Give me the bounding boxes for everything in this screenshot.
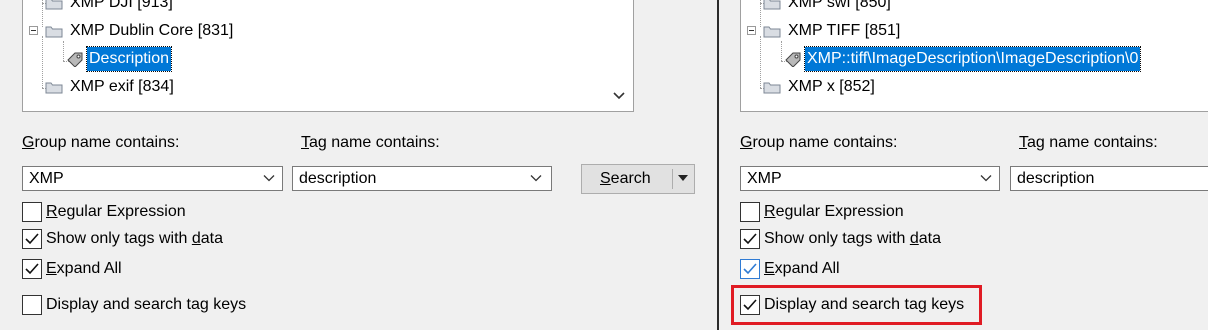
group-name-combo[interactable]: XMP	[740, 166, 1000, 191]
tree-item-label: XMP DJI [913]	[70, 0, 173, 11]
option-label: Regular Expression	[46, 203, 186, 220]
search-button[interactable]: Search	[581, 164, 695, 194]
chevron-down-icon[interactable]	[263, 174, 275, 182]
tag-tree[interactable]: XMP swf [850] XMP TIFF [851] XMP::tiff\I…	[740, 0, 1208, 112]
tree-item-label: XMP exif [834]	[70, 78, 174, 95]
tree-item-label: XMP TIFF [851]	[788, 22, 901, 39]
tag-name-label: Tag name contains:	[301, 134, 440, 151]
tree-item-selected[interactable]: Description	[23, 46, 623, 72]
tree-item[interactable]: XMP exif [834]	[23, 75, 623, 99]
search-button-label: Search	[600, 170, 651, 187]
tree-item-label: XMP Dublin Core [831]	[70, 22, 234, 39]
scroll-down-icon[interactable]	[610, 87, 628, 105]
tag-tree[interactable]: XMP DJI [913] XMP Dublin Core [831] Desc…	[22, 0, 634, 112]
option-label: Display and search tag keys	[46, 296, 247, 313]
tag-name-combo[interactable]: description	[1010, 166, 1208, 191]
tree-item-selected[interactable]: XMP::tiff\ImageDescription\ImageDescript…	[741, 46, 1208, 72]
show-only-tags-with-data-checkbox[interactable]	[22, 229, 42, 249]
collapse-icon[interactable]	[747, 26, 756, 35]
group-name-label: Group name contains:	[22, 134, 180, 151]
display-tag-keys-checkbox[interactable]	[22, 295, 42, 315]
tag-name-combo[interactable]: description	[292, 166, 552, 191]
tag-name-label: Tag name contains:	[1019, 134, 1158, 151]
option-label: Expand All	[46, 260, 122, 277]
option-label: Show only tags with data	[764, 230, 942, 247]
tree-item-label: XMP x [852]	[788, 78, 875, 95]
tree-item[interactable]: XMP swf [850]	[741, 0, 1208, 15]
option-label: Show only tags with data	[46, 230, 224, 247]
highlight-annotation	[731, 285, 982, 325]
panel-divider	[717, 0, 719, 330]
expand-all-checkbox[interactable]	[740, 259, 760, 279]
checkmark-icon	[25, 233, 39, 245]
folder-icon	[45, 82, 63, 94]
checkmark-icon	[743, 263, 757, 275]
regular-expression-checkbox[interactable]	[22, 202, 42, 222]
group-name-value: XMP	[29, 170, 64, 187]
tree-item[interactable]: XMP TIFF [851]	[741, 19, 1208, 43]
split-separator	[672, 169, 673, 189]
chevron-down-icon[interactable]	[980, 174, 992, 182]
tag-icon	[785, 52, 801, 67]
left-panel: XMP DJI [913] XMP Dublin Core [831] Desc…	[0, 0, 718, 330]
folder-icon	[45, 0, 63, 10]
chevron-down-icon[interactable]	[530, 174, 542, 182]
collapse-icon[interactable]	[29, 26, 38, 35]
option-label: Expand All	[764, 260, 840, 277]
tree-item-label: XMP::tiff\ImageDescription\ImageDescript…	[803, 46, 1142, 72]
option-label: Regular Expression	[764, 203, 904, 220]
checkmark-icon	[25, 263, 39, 275]
tag-name-value: description	[299, 170, 377, 187]
tree-item[interactable]: XMP Dublin Core [831]	[23, 19, 623, 43]
group-name-value: XMP	[747, 170, 782, 187]
tree-item-label: XMP swf [850]	[788, 0, 891, 11]
tag-icon	[67, 52, 83, 67]
group-name-label: Group name contains:	[740, 134, 898, 151]
tree-item[interactable]: XMP x [852]	[741, 75, 1208, 99]
expand-all-checkbox[interactable]	[22, 259, 42, 279]
tree-item-label: Description	[85, 46, 173, 72]
regular-expression-checkbox[interactable]	[740, 202, 760, 222]
tree-item[interactable]: XMP DJI [913]	[23, 0, 623, 15]
tag-name-value: description	[1017, 170, 1095, 187]
checkmark-icon	[743, 233, 757, 245]
folder-icon	[763, 82, 781, 94]
right-panel: XMP swf [850] XMP TIFF [851] XMP::tiff\I…	[720, 0, 1208, 330]
folder-open-icon	[763, 26, 781, 38]
folder-icon	[763, 0, 781, 10]
show-only-tags-with-data-checkbox[interactable]	[740, 229, 760, 249]
folder-open-icon	[45, 26, 63, 38]
dropdown-arrow-icon[interactable]	[678, 175, 688, 182]
group-name-combo[interactable]: XMP	[22, 166, 283, 191]
